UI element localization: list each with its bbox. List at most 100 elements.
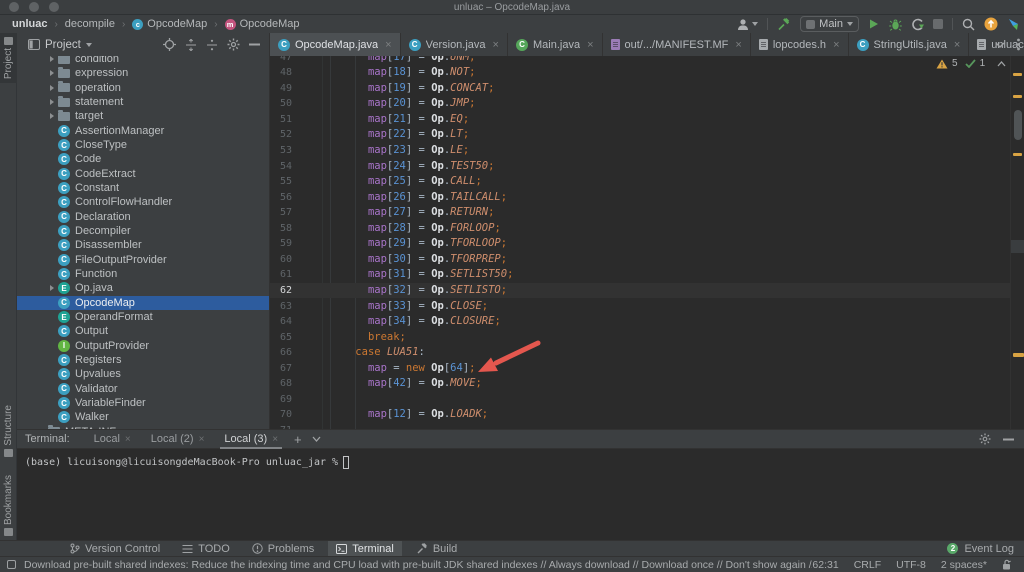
tool-window-button-bookmarks[interactable]: Bookmarks: [0, 471, 17, 540]
line-number[interactable]: 55: [270, 174, 292, 190]
tree-item-output[interactable]: C Output: [17, 324, 269, 338]
tab-close-icon[interactable]: ×: [493, 39, 499, 51]
chevron-right-icon[interactable]: [45, 113, 58, 120]
tree-item-validator[interactable]: C Validator: [17, 382, 269, 396]
line-number[interactable]: 58: [270, 221, 292, 237]
caret-position[interactable]: 62:31: [812, 559, 838, 571]
tree-item-walker[interactable]: C Walker: [17, 410, 269, 424]
line-number[interactable]: 65: [270, 330, 292, 346]
tree-item-decompiler[interactable]: C Decompiler: [17, 224, 269, 238]
search-everywhere-icon[interactable]: [962, 18, 975, 31]
locate-file-icon[interactable]: [163, 38, 176, 51]
tab-close-icon[interactable]: ×: [587, 39, 593, 51]
tab-opcodemap-java[interactable]: C OpcodeMap.java ×: [270, 33, 401, 56]
status-message[interactable]: Download pre-built shared indexes: Reduc…: [24, 559, 812, 571]
tool-window-toggle-icon[interactable]: [7, 560, 16, 569]
code-line-53[interactable]: 53 map[23] = Op.LE;: [270, 143, 1010, 159]
tree-item-expression[interactable]: expression: [17, 66, 269, 80]
tool-window-button-terminal[interactable]: Terminal: [328, 540, 402, 557]
hide-terminal-icon[interactable]: [1003, 438, 1014, 441]
tree-item-controlflowhandler[interactable]: C ControlFlowHandler: [17, 195, 269, 209]
tab-close-icon[interactable]: ×: [272, 434, 278, 445]
line-number[interactable]: 50: [270, 96, 292, 112]
prev-problem-icon[interactable]: [997, 60, 1006, 67]
file-encoding[interactable]: UTF-8: [896, 559, 926, 571]
event-log-button[interactable]: 2 Event Log: [947, 543, 1014, 555]
code-line-59[interactable]: 59 map[29] = Op.TFORLOOP;: [270, 236, 1010, 252]
code-line-65[interactable]: 65 break;: [270, 330, 1010, 346]
code-line-58[interactable]: 58 map[28] = Op.FORLOOP;: [270, 221, 1010, 237]
tree-item-condition[interactable]: condition: [17, 56, 269, 66]
code-line-60[interactable]: 60 map[30] = Op.TFORPREP;: [270, 252, 1010, 268]
code-line-57[interactable]: 57 map[27] = Op.RETURN;: [270, 205, 1010, 221]
code-line-49[interactable]: 49 map[19] = Op.CONCAT;: [270, 81, 1010, 97]
code-line-67[interactable]: 67 map = new Op[64];: [270, 361, 1010, 377]
tab-out-manifest-mf[interactable]: out/.../MANIFEST.MF ×: [603, 33, 751, 56]
tree-item-assertionmanager[interactable]: C AssertionManager: [17, 124, 269, 138]
tree-item-operation[interactable]: operation: [17, 81, 269, 95]
settings-gear-icon[interactable]: [227, 38, 240, 51]
code-line-48[interactable]: 48 map[18] = Op.NOT;: [270, 65, 1010, 81]
tree-item-function[interactable]: C Function: [17, 267, 269, 281]
tab-close-icon[interactable]: ×: [125, 434, 131, 445]
code-line-51[interactable]: 51 map[21] = Op.EQ;: [270, 112, 1010, 128]
inspections-widget[interactable]: 5 1: [936, 57, 1006, 70]
new-terminal-icon[interactable]: +: [294, 432, 302, 447]
line-separator[interactable]: CRLF: [854, 559, 881, 571]
code-line-56[interactable]: 56 map[26] = Op.TAILCALL;: [270, 190, 1010, 206]
line-number[interactable]: 64: [270, 314, 292, 330]
line-number[interactable]: 56: [270, 190, 292, 206]
warning-stripe-mark[interactable]: [1013, 73, 1022, 76]
terminal-tab-local-2[interactable]: Local (2) ×: [141, 430, 215, 449]
line-number[interactable]: 52: [270, 127, 292, 143]
line-number[interactable]: 48: [270, 65, 292, 81]
ide-updates-icon[interactable]: [984, 17, 998, 31]
tree-item-operandformat[interactable]: E OperandFormat: [17, 310, 269, 324]
code-line-50[interactable]: 50 map[20] = Op.JMP;: [270, 96, 1010, 112]
hidden-tabs-icon[interactable]: [995, 42, 1005, 48]
tab-close-icon[interactable]: ×: [199, 434, 205, 445]
line-number[interactable]: 54: [270, 159, 292, 175]
terminal-tab-local-3[interactable]: Local (3) ×: [214, 430, 288, 449]
error-stripe[interactable]: [1010, 56, 1024, 429]
tab-options-icon[interactable]: [1017, 38, 1020, 51]
line-number[interactable]: 66: [270, 345, 292, 361]
line-number[interactable]: 51: [270, 112, 292, 128]
warning-stripe-mark[interactable]: [1013, 153, 1022, 156]
tree-item-outputprovider[interactable]: I OutputProvider: [17, 339, 269, 353]
terminal-dropdown-icon[interactable]: [312, 436, 321, 442]
tree-item-closetype[interactable]: C CloseType: [17, 138, 269, 152]
line-number[interactable]: 67: [270, 361, 292, 377]
collapse-all-icon[interactable]: [206, 39, 218, 51]
code-line-66[interactable]: 66 case LUA51:: [270, 345, 1010, 361]
tab-version-java[interactable]: C Version.java ×: [401, 33, 508, 56]
tree-item-upvalues[interactable]: C Upvalues: [17, 367, 269, 381]
code-line-61[interactable]: 61 map[31] = Op.SETLIST50;: [270, 267, 1010, 283]
tool-window-button-problems[interactable]: Problems: [244, 541, 322, 557]
line-number[interactable]: 53: [270, 143, 292, 159]
tree-item-fileoutputprovider[interactable]: C FileOutputProvider: [17, 253, 269, 267]
chevron-right-icon[interactable]: [45, 84, 58, 91]
indent-setting[interactable]: 2 spaces*: [941, 559, 987, 571]
line-number[interactable]: 49: [270, 81, 292, 97]
code-line-64[interactable]: 64 map[34] = Op.CLOSURE;: [270, 314, 1010, 330]
line-number[interactable]: 70: [270, 407, 292, 423]
breadcrumb-item-opcodemap[interactable]: m OpcodeMap: [224, 18, 300, 30]
hide-panel-icon[interactable]: [249, 43, 260, 46]
tree-item-variablefinder[interactable]: C VariableFinder: [17, 396, 269, 410]
profiler-icon[interactable]: [911, 18, 924, 31]
warning-stripe-mark[interactable]: [1013, 353, 1024, 357]
line-number[interactable]: 69: [270, 392, 292, 408]
tree-item-declaration[interactable]: C Declaration: [17, 210, 269, 224]
terminal-tab-local[interactable]: Local ×: [84, 430, 141, 449]
tree-item-statement[interactable]: statement: [17, 95, 269, 109]
terminal-settings-gear-icon[interactable]: [979, 433, 991, 445]
code-line-54[interactable]: 54 map[24] = Op.TEST50;: [270, 159, 1010, 175]
tool-window-button-todo[interactable]: TODO: [174, 541, 238, 557]
tab-stringutils-java[interactable]: C StringUtils.java ×: [849, 33, 970, 56]
line-number[interactable]: 61: [270, 267, 292, 283]
code-line-62[interactable]: 62 map[32] = Op.SETLISTO;: [270, 282, 1010, 299]
tree-item-codeextract[interactable]: C CodeExtract: [17, 167, 269, 181]
tree-item-op-java[interactable]: E Op.java: [17, 281, 269, 295]
terminal-output[interactable]: (base) licuisong@licuisongdeMacBook-Pro …: [17, 449, 1024, 469]
